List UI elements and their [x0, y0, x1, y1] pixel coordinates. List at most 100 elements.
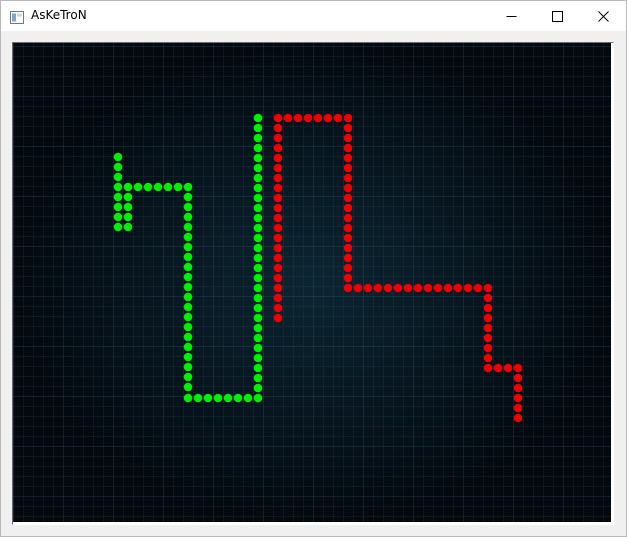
- player-2-trail-dot: [273, 113, 283, 123]
- player-1-trail-dot: [233, 393, 243, 403]
- player-1-trail-dot: [123, 182, 133, 192]
- player-2-trail-dot: [273, 123, 283, 133]
- player-2-trail-dot: [413, 283, 423, 293]
- minimize-button[interactable]: [488, 1, 534, 31]
- player-2-trail-dot: [343, 213, 353, 223]
- player-1-trail-dot: [243, 393, 253, 403]
- player-1-trail-dot: [253, 253, 263, 263]
- player-1-trail-dot: [113, 192, 123, 202]
- player-2-trail-dot: [353, 283, 363, 293]
- player-2-trail-dot: [273, 153, 283, 163]
- player-1-trail-dot: [253, 243, 263, 253]
- player-2-trail-dot: [483, 323, 493, 333]
- player-1-trail-dot: [253, 183, 263, 193]
- player-2-trail-dot: [343, 223, 353, 233]
- player-1-trail-dot: [183, 222, 193, 232]
- player-2-trail-dot: [273, 223, 283, 233]
- player-2-trail-dot: [433, 283, 443, 293]
- player-2-trail-dot: [273, 243, 283, 253]
- player-1-trail-dot: [253, 113, 263, 123]
- player-2-trail-dot: [383, 283, 393, 293]
- player-2-trail-dot: [343, 113, 353, 123]
- player-2-trail-dot: [343, 233, 353, 243]
- player-1-trail-dot: [203, 393, 213, 403]
- player-2-trail-dot: [513, 403, 523, 413]
- player-2-trail-dot: [323, 113, 333, 123]
- player-2-trail-dot: [483, 313, 493, 323]
- player-1-trail-dot: [253, 363, 263, 373]
- player-1-trail-dot: [253, 323, 263, 333]
- player-2-trail-dot: [273, 193, 283, 203]
- maximize-button[interactable]: [534, 1, 580, 31]
- player-1-trail-dot: [213, 393, 223, 403]
- player-1-trail-dot: [253, 353, 263, 363]
- player-1-trail-dot: [253, 203, 263, 213]
- player-1-trail-dot: [113, 182, 123, 192]
- player-2-trail-dot: [453, 283, 463, 293]
- player-2-trail-dot: [273, 163, 283, 173]
- player-1-trail-dot: [123, 202, 133, 212]
- player-1-trail-dot: [183, 192, 193, 202]
- player-1-trail-dot: [183, 212, 193, 222]
- maximize-icon: [551, 7, 563, 26]
- player-2-trail-dot: [513, 393, 523, 403]
- player-1-trail-dot: [253, 193, 263, 203]
- player-2-trail: [273, 113, 523, 423]
- player-2-trail-dot: [483, 333, 493, 343]
- title-bar[interactable]: AsKeTroN: [1, 1, 626, 31]
- player-1-trail-dot: [253, 163, 263, 173]
- player-2-trail-dot: [343, 193, 353, 203]
- player-2-trail-dot: [343, 283, 353, 293]
- player-1-trail-dot: [183, 292, 193, 302]
- player-2-trail-dot: [513, 383, 523, 393]
- player-1-trail-dot: [253, 303, 263, 313]
- player-2-trail-dot: [273, 253, 283, 263]
- player-2-trail-dot: [313, 113, 323, 123]
- player-1-trail-dot: [113, 172, 123, 182]
- player-2-trail-dot: [393, 283, 403, 293]
- player-2-trail-dot: [343, 123, 353, 133]
- player-1-trail-dot: [253, 213, 263, 223]
- player-2-trail-dot: [343, 173, 353, 183]
- player-2-trail-dot: [513, 363, 523, 373]
- player-2-trail-dot: [343, 133, 353, 143]
- player-1-trail-dot: [253, 143, 263, 153]
- player-1-trail-dot: [183, 362, 193, 372]
- player-1-trail-dot: [253, 373, 263, 383]
- player-2-trail-dot: [343, 153, 353, 163]
- player-2-trail-dot: [273, 173, 283, 183]
- player-2-trail-dot: [293, 113, 303, 123]
- close-button[interactable]: [580, 1, 626, 31]
- player-2-trail-dot: [343, 263, 353, 273]
- player-2-trail-dot: [273, 313, 283, 323]
- player-2-trail-dot: [343, 143, 353, 153]
- player-1-trail: [113, 113, 263, 403]
- player-2-trail-dot: [373, 283, 383, 293]
- player-1-trail-dot: [183, 322, 193, 332]
- game-arena[interactable]: [13, 43, 611, 522]
- player-1-trail-dot: [253, 333, 263, 343]
- player-1-trail-dot: [253, 223, 263, 233]
- player-2-trail-dot: [273, 203, 283, 213]
- window-title: AsKeTroN: [31, 8, 87, 22]
- player-2-trail-dot: [303, 113, 313, 123]
- player-1-trail-dot: [183, 342, 193, 352]
- player-1-trail-dot: [253, 123, 263, 133]
- player-1-trail-dot: [123, 212, 133, 222]
- player-1-trail-dot: [253, 233, 263, 243]
- player-2-trail-dot: [483, 283, 493, 293]
- player-1-trail-dot: [253, 293, 263, 303]
- player-1-trail-dot: [183, 272, 193, 282]
- player-2-trail-dot: [483, 363, 493, 373]
- player-1-trail-dot: [113, 152, 123, 162]
- player-2-trail-dot: [273, 293, 283, 303]
- player-1-trail-dot: [113, 202, 123, 212]
- player-1-trail-dot: [183, 372, 193, 382]
- minimize-icon: [506, 7, 517, 26]
- player-1-trail-dot: [183, 242, 193, 252]
- player-1-trail-dot: [173, 182, 183, 192]
- player-2-trail-dot: [273, 273, 283, 283]
- player-2-trail-dot: [513, 373, 523, 383]
- player-2-trail-dot: [483, 293, 493, 303]
- player-2-trail-dot: [273, 213, 283, 223]
